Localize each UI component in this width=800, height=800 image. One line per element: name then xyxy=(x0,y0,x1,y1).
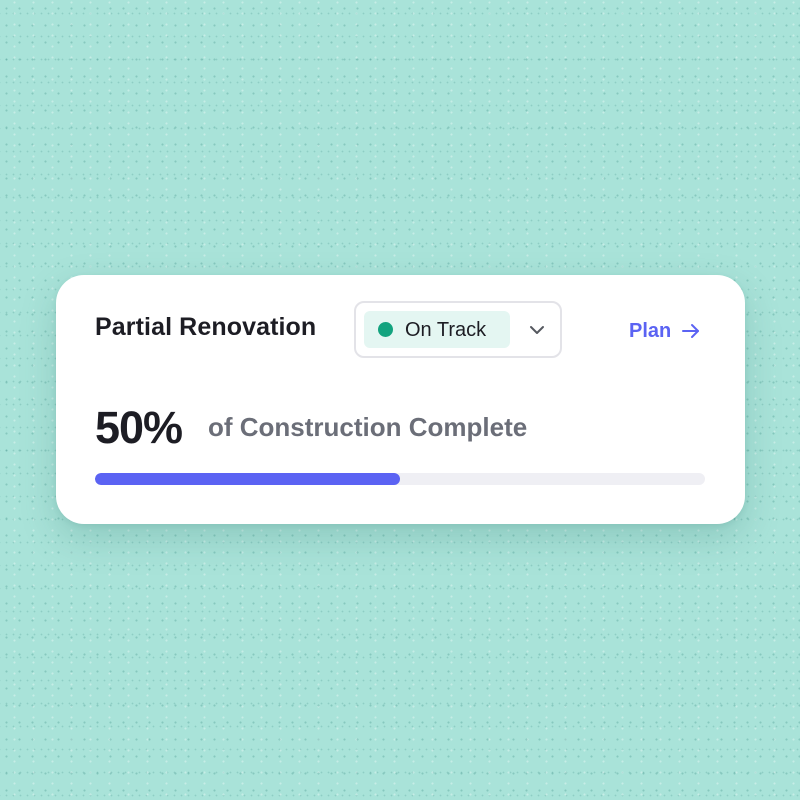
plan-link-label: Plan xyxy=(629,319,672,342)
project-title: Partial Renovation xyxy=(95,313,317,341)
project-card: Partial Renovation On Track Plan 50% of … xyxy=(56,275,745,524)
plan-link[interactable]: Plan xyxy=(629,318,701,344)
arrow-right-icon xyxy=(682,324,700,338)
progress-bar xyxy=(95,473,705,485)
status-label: On Track xyxy=(405,319,487,341)
status-badge: On Track xyxy=(364,311,510,348)
status-dot-icon xyxy=(378,322,393,337)
progress-caption: of Construction Complete xyxy=(208,412,528,442)
progress-percent: 50% xyxy=(95,402,183,453)
status-dropdown[interactable]: On Track xyxy=(354,301,562,358)
progress-bar-fill xyxy=(95,473,400,485)
chevron-down-icon xyxy=(530,326,544,334)
